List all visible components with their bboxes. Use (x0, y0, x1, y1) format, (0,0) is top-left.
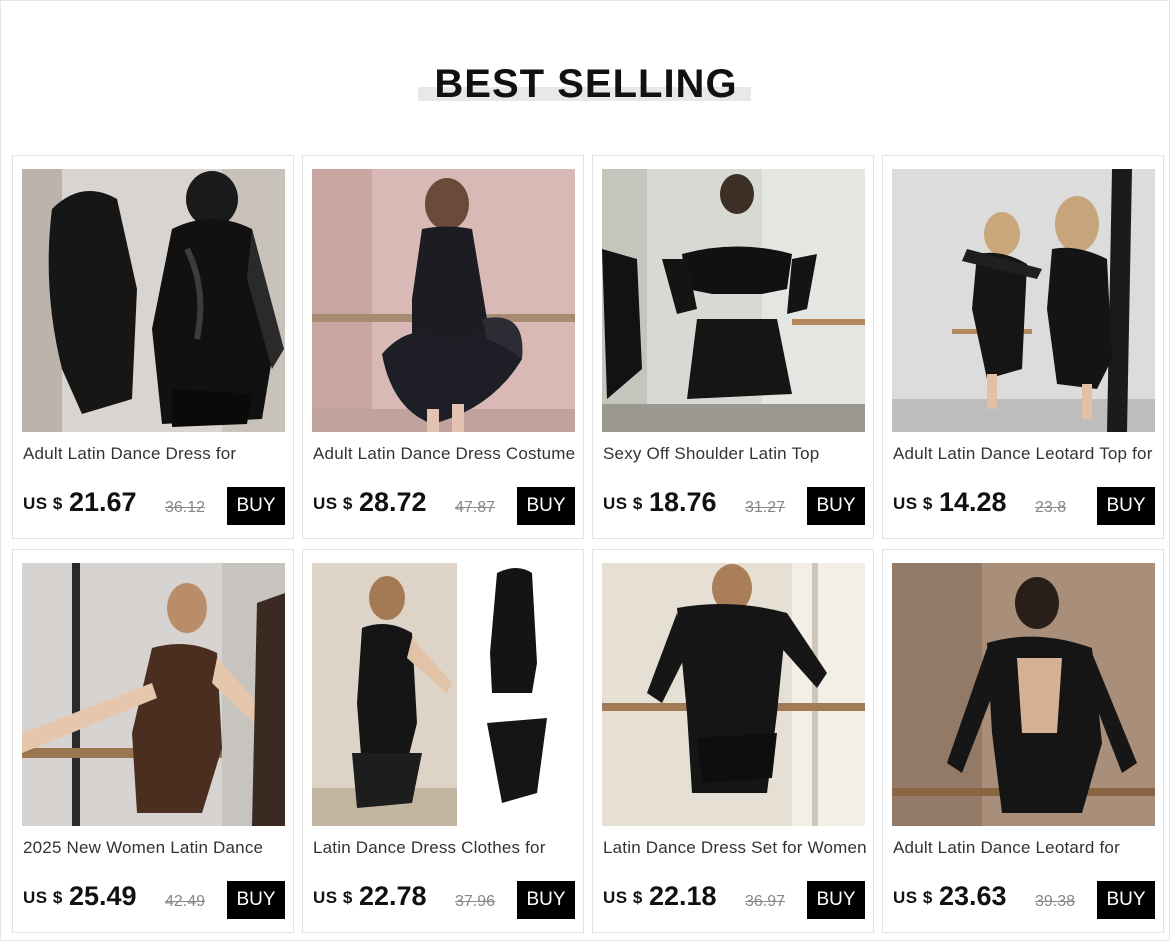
sale-price: 18.76 (649, 487, 717, 517)
product-photo (892, 169, 1155, 432)
product-card[interactable]: Latin Dance Dress Set for Women US $ 22.… (592, 549, 874, 933)
product-name[interactable]: Latin Dance Dress Set for Women (603, 838, 868, 858)
product-name[interactable]: Adult Latin Dance Dress for (23, 444, 288, 464)
sale-price: 28.72 (359, 487, 427, 517)
product-name[interactable]: Adult Latin Dance Dress Costume (313, 444, 578, 464)
buy-button[interactable]: BUY (517, 881, 575, 919)
currency-label: US $ (603, 494, 643, 513)
buy-button[interactable]: BUY (517, 487, 575, 525)
sale-price: 23.63 (939, 881, 1007, 911)
product-image[interactable] (22, 169, 285, 432)
product-photo (312, 563, 575, 826)
product-card[interactable]: Latin Dance Dress Clothes for US $ 22.78… (302, 549, 584, 933)
buy-button[interactable]: BUY (1097, 881, 1155, 919)
original-price: 36.12 (165, 499, 206, 516)
original-price: 42.49 (165, 893, 206, 910)
product-photo (22, 169, 285, 432)
product-image[interactable] (602, 563, 865, 826)
currency-label: US $ (23, 888, 63, 907)
product-image[interactable] (892, 169, 1155, 432)
buy-button[interactable]: BUY (807, 487, 865, 525)
buy-button[interactable]: BUY (1097, 487, 1155, 525)
product-card[interactable]: Adult Latin Dance Leotard for US $ 23.63… (882, 549, 1164, 933)
product-name[interactable]: Sexy Off Shoulder Latin Top (603, 444, 868, 464)
original-price: 23.8 (1035, 499, 1067, 516)
product-card[interactable]: 2025 New Women Latin Dance US $ 25.49 42… (12, 549, 294, 933)
sale-price: 22.78 (359, 881, 427, 911)
product-image[interactable] (602, 169, 865, 432)
product-name[interactable]: Adult Latin Dance Leotard for (893, 838, 1158, 858)
original-price: 39.38 (1035, 893, 1076, 910)
product-name[interactable]: Adult Latin Dance Leotard Top for (893, 444, 1158, 464)
product-card[interactable]: Adult Latin Dance Leotard Top for US $ 1… (882, 155, 1164, 539)
product-photo (892, 563, 1155, 826)
product-image[interactable] (312, 563, 575, 826)
product-photo (602, 563, 865, 826)
currency-label: US $ (603, 888, 643, 907)
original-price: 36.97 (745, 893, 786, 910)
sale-price: 25.49 (69, 881, 137, 911)
product-image[interactable] (22, 563, 285, 826)
sale-price: 21.67 (69, 487, 137, 517)
product-card[interactable]: Adult Latin Dance Dress Costume US $ 28.… (302, 155, 584, 539)
currency-label: US $ (313, 888, 353, 907)
product-name[interactable]: 2025 New Women Latin Dance (23, 838, 288, 858)
sale-price: 14.28 (939, 487, 1007, 517)
section-header: BEST SELLING (1, 56, 1170, 116)
product-photo (22, 563, 285, 826)
product-card[interactable]: Adult Latin Dance Dress for US $ 21.67 3… (12, 155, 294, 539)
product-image[interactable] (892, 563, 1155, 826)
buy-button[interactable]: BUY (227, 881, 285, 919)
currency-label: US $ (893, 494, 933, 513)
product-photo (602, 169, 865, 432)
buy-button[interactable]: BUY (807, 881, 865, 919)
currency-label: US $ (313, 494, 353, 513)
product-card[interactable]: Sexy Off Shoulder Latin Top US $ 18.76 3… (592, 155, 874, 539)
currency-label: US $ (893, 888, 933, 907)
original-price: 47.87 (455, 499, 496, 516)
sale-price: 22.18 (649, 881, 717, 911)
product-photo (312, 169, 575, 432)
buy-button[interactable]: BUY (227, 487, 285, 525)
product-name[interactable]: Latin Dance Dress Clothes for (313, 838, 578, 858)
best-selling-section: BEST SELLING Adult Latin Dance Dress for… (0, 0, 1170, 941)
product-image[interactable] (312, 169, 575, 432)
original-price: 37.96 (455, 893, 496, 910)
currency-label: US $ (23, 494, 63, 513)
section-title: BEST SELLING (434, 62, 738, 106)
original-price: 31.27 (745, 499, 786, 516)
